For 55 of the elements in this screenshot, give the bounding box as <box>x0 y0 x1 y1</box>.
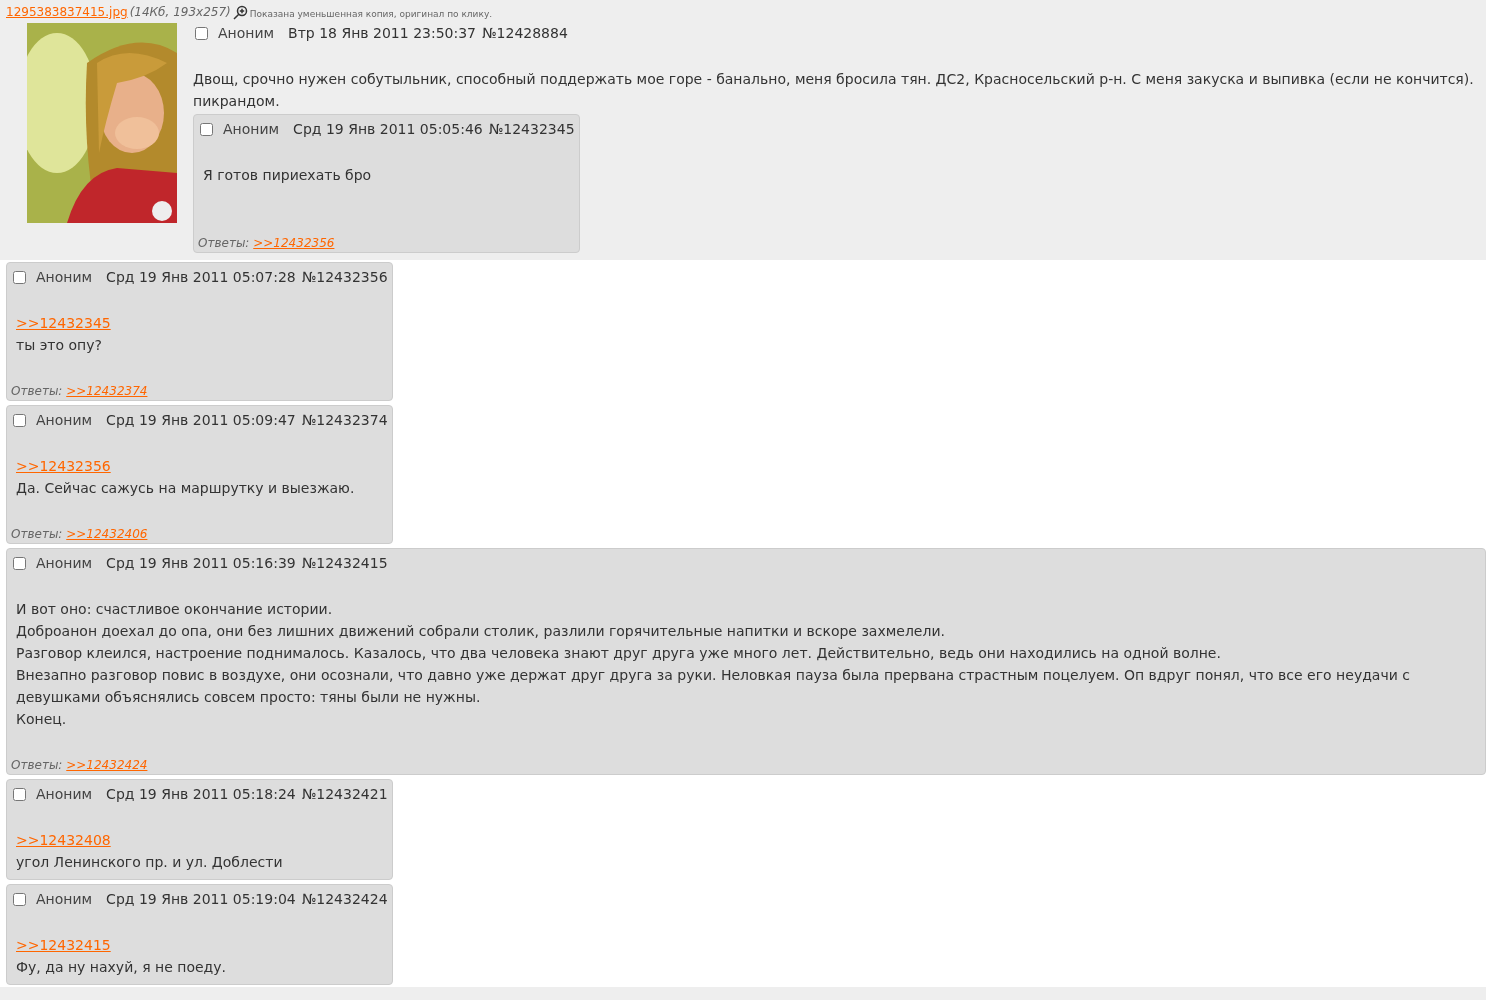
author-name: Аноним <box>218 24 275 43</box>
post-checkbox[interactable] <box>13 270 26 284</box>
post-text: ты это опу? <box>16 337 102 353</box>
post-text: угол Ленинского пр. и ул. Доблести <box>16 854 283 870</box>
post-number[interactable]: №12432356 <box>301 266 388 288</box>
post-checkbox[interactable] <box>200 122 213 136</box>
answer-link[interactable]: >>12432424 <box>66 758 148 772</box>
post-date: Срд 19 Янв 2011 05:05:46 <box>293 120 483 139</box>
author-name: Аноним <box>36 411 93 430</box>
answers-label: Ответы: <box>11 527 63 541</box>
post-text: Двощ, срочно нужен собутыльник, способный поддержать мое горе - банально, меня бросила тян. ДС2, Красносельский р-н. С меня закуска и выпивка (если не кончится). пикрандом. <box>193 71 1474 109</box>
post-number[interactable]: №12428884 <box>482 22 568 44</box>
author-name: Аноним <box>36 268 93 287</box>
post-number[interactable]: №12432424 <box>301 888 388 910</box>
post-date: Срд 19 Янв 2011 05:18:24 <box>106 785 296 804</box>
answer-link[interactable]: >>12432356 <box>253 236 335 250</box>
post-text: Внезапно разговор повис в воздухе, они осознали, что давно уже держат друг друга за руки. Неловкая пауза была прервана страстным поцелуем. Оп вдруг понял, что все его неудачи с девушками объяснялись совсем просто: тяны были не нужны. <box>16 667 1410 705</box>
file-info: (14Кб, 193x257) <box>129 4 231 20</box>
author-name: Аноним <box>36 554 93 573</box>
answer-link[interactable]: >>12432374 <box>66 384 148 398</box>
answers-label: Ответы: <box>11 384 63 398</box>
post-number[interactable]: №12432421 <box>301 783 388 805</box>
answers-label: Ответы: <box>11 758 63 772</box>
reply-link[interactable]: >>12432345 <box>16 315 111 331</box>
post-number[interactable]: №12432415 <box>301 552 388 574</box>
file-link[interactable]: 1295383837415.jpg <box>6 4 128 20</box>
post-number[interactable]: №12432345 <box>488 118 575 140</box>
post-date: Срд 19 Янв 2011 05:16:39 <box>106 554 296 573</box>
post-checkbox[interactable] <box>195 26 208 40</box>
zoom-in-icon[interactable] <box>232 5 248 20</box>
author-name: Аноним <box>36 785 93 804</box>
post-date: Втр 18 Янв 2011 23:50:37 <box>288 24 476 43</box>
post-checkbox[interactable] <box>13 892 26 906</box>
post-checkbox[interactable] <box>13 787 26 801</box>
post-text: Разговор клеился, настроение поднималось. Казалось, что два человека знают друг друга уже много лет. Действительно, ведь они находились на одной волне. <box>16 645 1221 661</box>
post-text: Конец. <box>16 711 67 727</box>
answers-label: Ответы: <box>198 236 250 250</box>
post-text: И вот оно: счастливое окончание истории. <box>16 601 333 617</box>
post-checkbox[interactable] <box>13 556 26 570</box>
reply-link[interactable]: >>12432415 <box>16 937 111 953</box>
post-text: Фу, да ну нахуй, я не поеду. <box>16 959 226 975</box>
post-checkbox[interactable] <box>13 413 26 427</box>
post-text: Я готов пириехать бро <box>203 167 372 183</box>
post-date: Срд 19 Янв 2011 05:07:28 <box>106 268 296 287</box>
post-number[interactable]: №12432374 <box>301 409 388 431</box>
author-name: Аноним <box>36 890 93 909</box>
hint-text: Показана уменьшенная копия, оригинал по клику. <box>249 8 493 20</box>
author-name: Аноним <box>223 120 280 139</box>
post-text: Да. Сейчас сажусь на маршрутку и выезжаю. <box>16 480 355 496</box>
reply-link[interactable]: >>12432356 <box>16 458 111 474</box>
post-date: Срд 19 Янв 2011 05:09:47 <box>106 411 296 430</box>
post-date: Срд 19 Янв 2011 05:19:04 <box>106 890 296 909</box>
reply-link[interactable]: >>12432408 <box>16 832 111 848</box>
answer-link[interactable]: >>12432406 <box>66 527 148 541</box>
post-text: Доброанон доехал до опа, они без лишних движений собрали столик, разлили горячительные напитки и вскоре захмелели. <box>16 623 945 639</box>
